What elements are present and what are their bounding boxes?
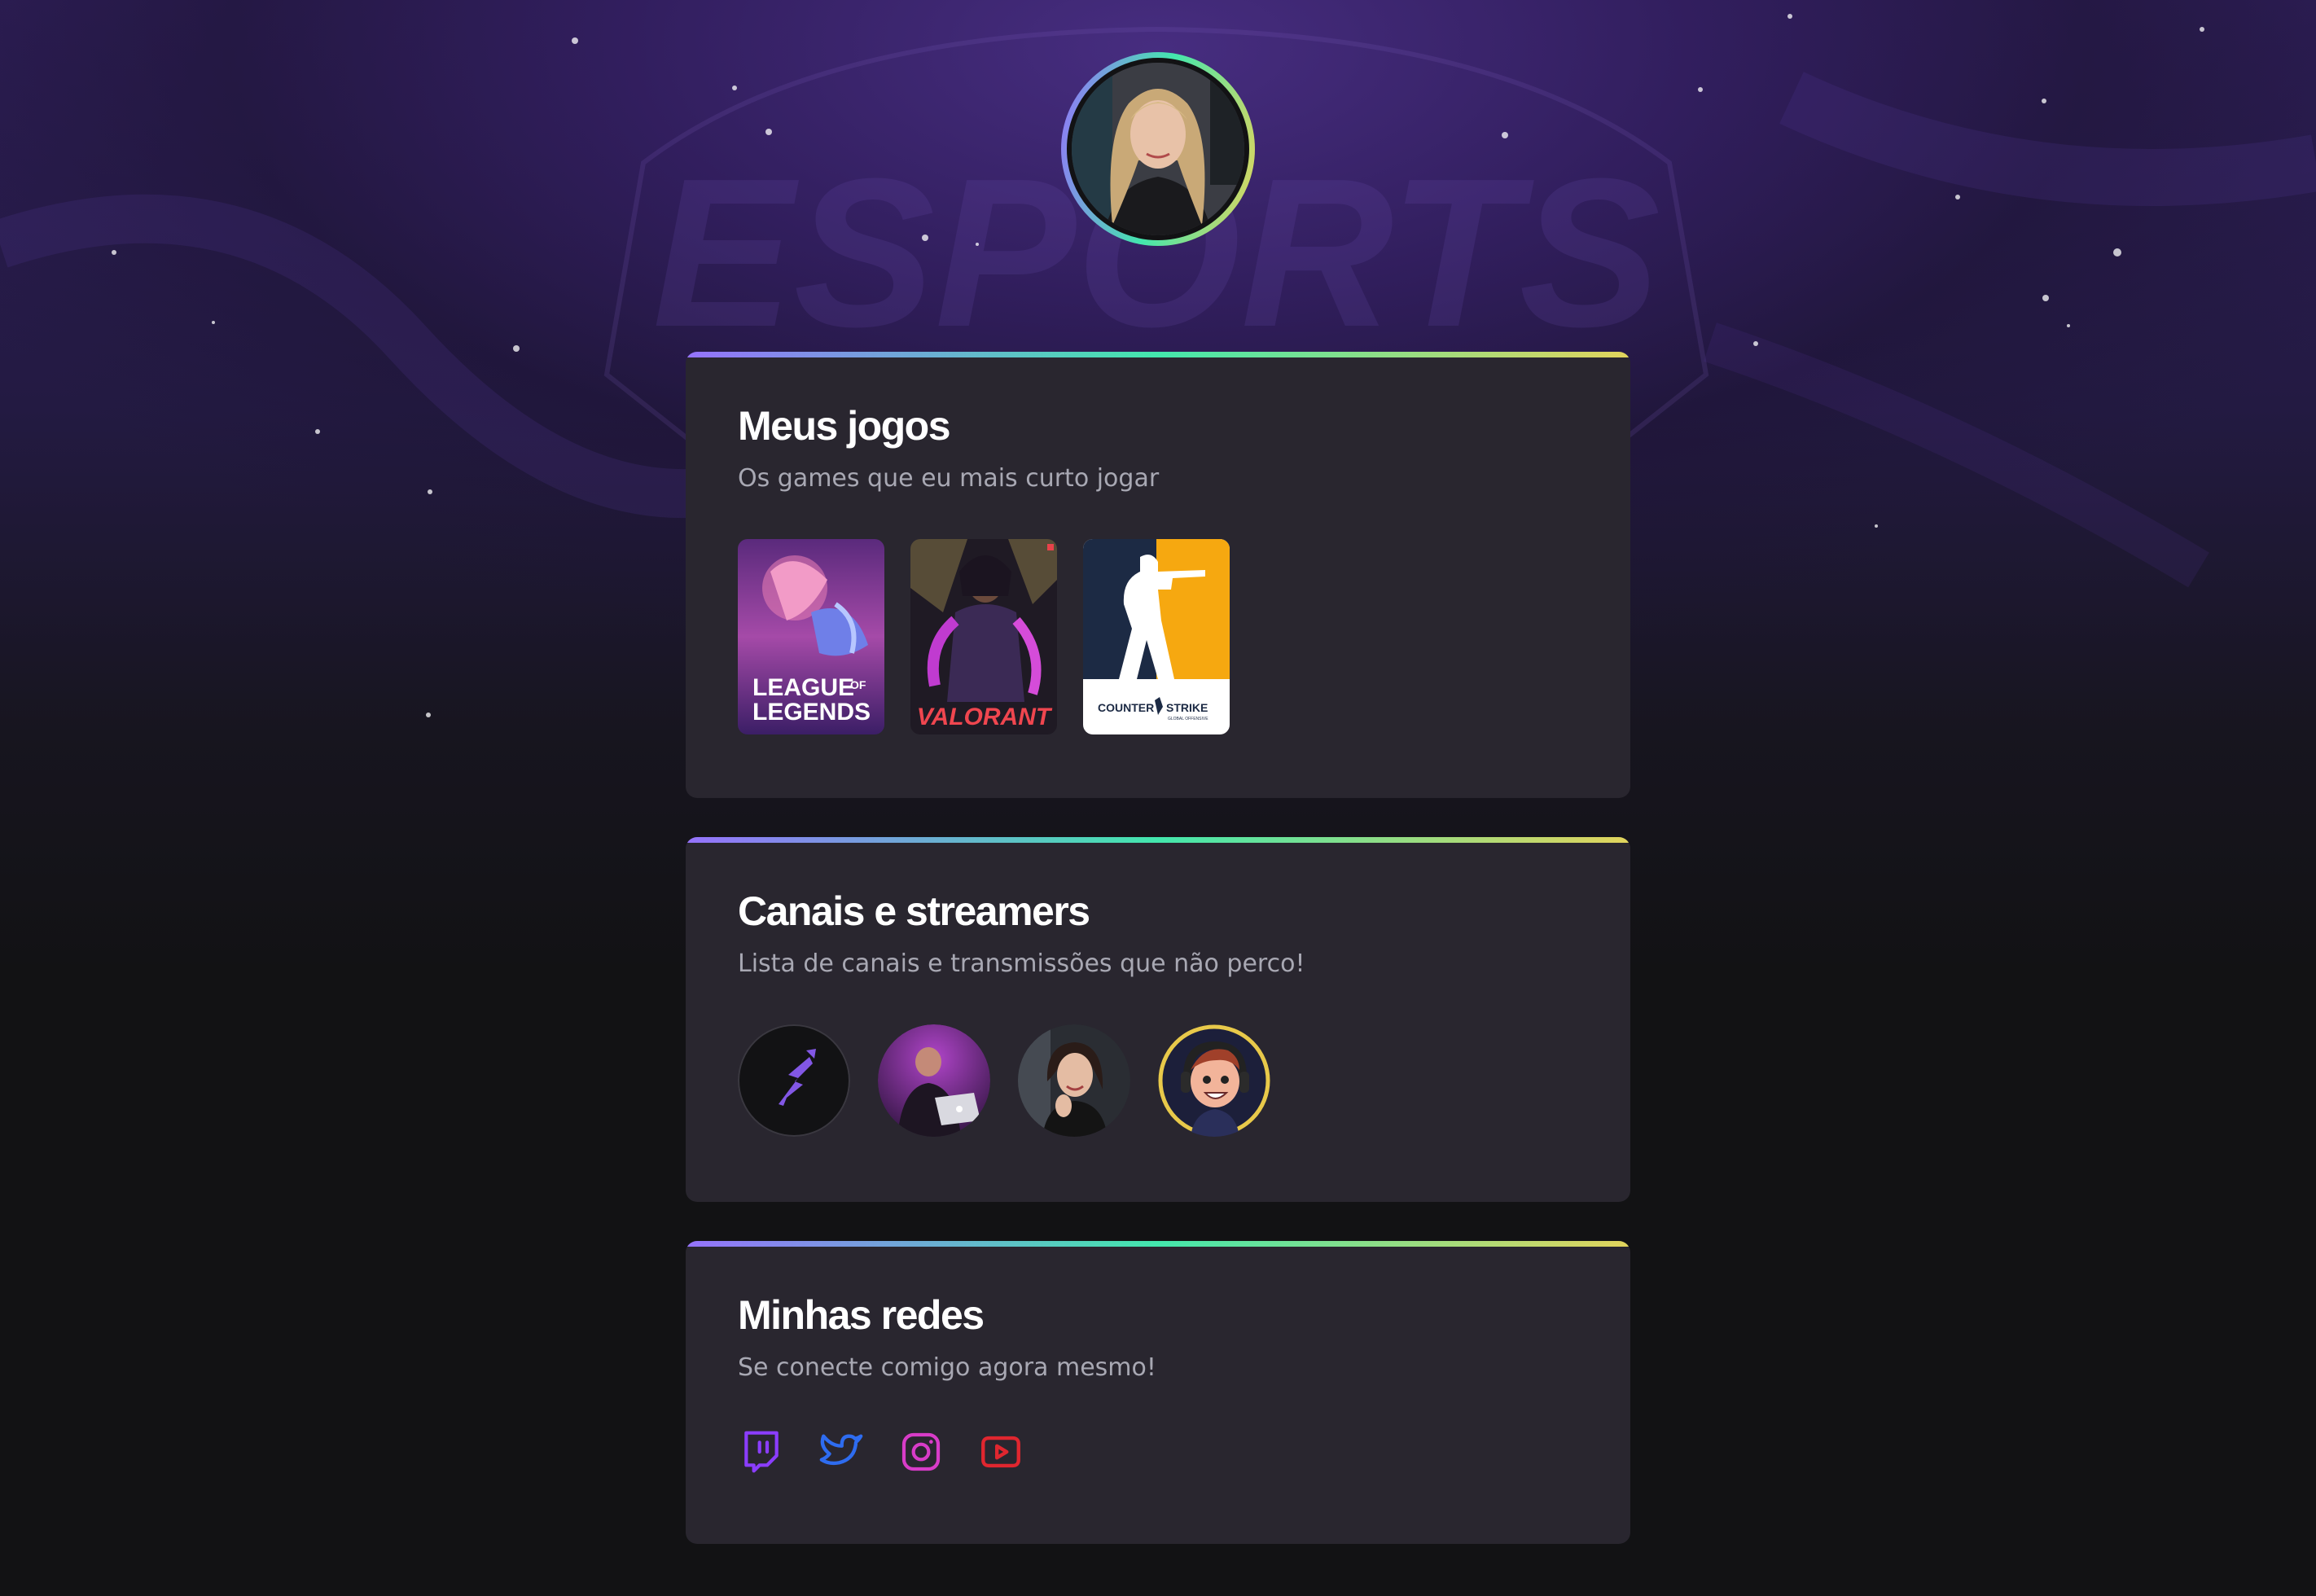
game-valorant[interactable]: VALORANT — [910, 539, 1057, 734]
game-league-of-legends[interactable]: LEAGUE OF LEGENDS — [738, 539, 884, 734]
game-label-legends: LEGENDS — [752, 699, 871, 726]
game-label-of: OF — [850, 678, 866, 691]
channel-streamer-woman[interactable] — [1018, 1024, 1130, 1137]
socials-subtitle: Se conecte comigo agora mesmo! — [738, 1353, 1156, 1382]
game-label-valorant: VALORANT — [917, 704, 1053, 730]
games-card: Meus jogos Os games que eu mais curto jo… — [686, 352, 1630, 798]
channels-list — [738, 1024, 1270, 1137]
games-list: LEAGUE OF LEGENDS VALORANT COUNTER STRIK… — [738, 539, 1230, 734]
game-counter-strike[interactable]: COUNTER STRIKE GLOBAL OFFENSIVE — [1083, 539, 1230, 734]
twitter-link[interactable] — [818, 1428, 865, 1475]
profile-photo — [1067, 58, 1249, 240]
channels-subtitle: Lista de canais e transmissões que não p… — [738, 949, 1305, 978]
channels-card: Canais e streamers Lista de canais e tra… — [686, 837, 1630, 1202]
game-label-counter: COUNTER — [1098, 701, 1154, 714]
counter-strike-cover: COUNTER STRIKE GLOBAL OFFENSIVE — [1083, 539, 1230, 734]
game-label-global-offensive: GLOBAL OFFENSIVE — [1168, 717, 1208, 721]
instagram-link[interactable] — [897, 1428, 945, 1475]
socials-card: Minhas redes Se conecte comigo agora mes… — [686, 1241, 1630, 1544]
rocketseat-logo-avatar — [738, 1024, 850, 1137]
valorant-cover: VALORANT — [910, 539, 1057, 734]
profile-avatar — [1061, 52, 1255, 246]
youtube-link[interactable] — [977, 1428, 1024, 1475]
youtube-icon — [981, 1436, 1020, 1468]
channel-cartoon-gamer[interactable] — [1158, 1024, 1270, 1137]
game-label-strike: STRIKE — [1166, 701, 1208, 714]
games-subtitle: Os games que eu mais curto jogar — [738, 464, 1160, 493]
channel-streamer-laptop[interactable] — [878, 1024, 990, 1137]
channels-title: Canais e streamers — [738, 888, 1090, 934]
cartoon-gamer-avatar — [1158, 1024, 1270, 1137]
twitter-icon — [819, 1434, 863, 1466]
channel-rocketseat[interactable] — [738, 1024, 850, 1137]
instagram-icon — [901, 1432, 941, 1471]
twitch-icon — [744, 1431, 779, 1473]
league-of-legends-cover: LEAGUE OF LEGENDS — [738, 539, 884, 734]
socials-list — [738, 1428, 1024, 1475]
socials-title: Minhas redes — [738, 1292, 985, 1338]
games-title: Meus jogos — [738, 403, 951, 449]
streamer-with-laptop-avatar — [878, 1024, 990, 1137]
game-label-league: LEAGUE — [752, 674, 854, 701]
twitch-link[interactable] — [738, 1428, 785, 1475]
streamer-woman-avatar — [1018, 1024, 1130, 1137]
